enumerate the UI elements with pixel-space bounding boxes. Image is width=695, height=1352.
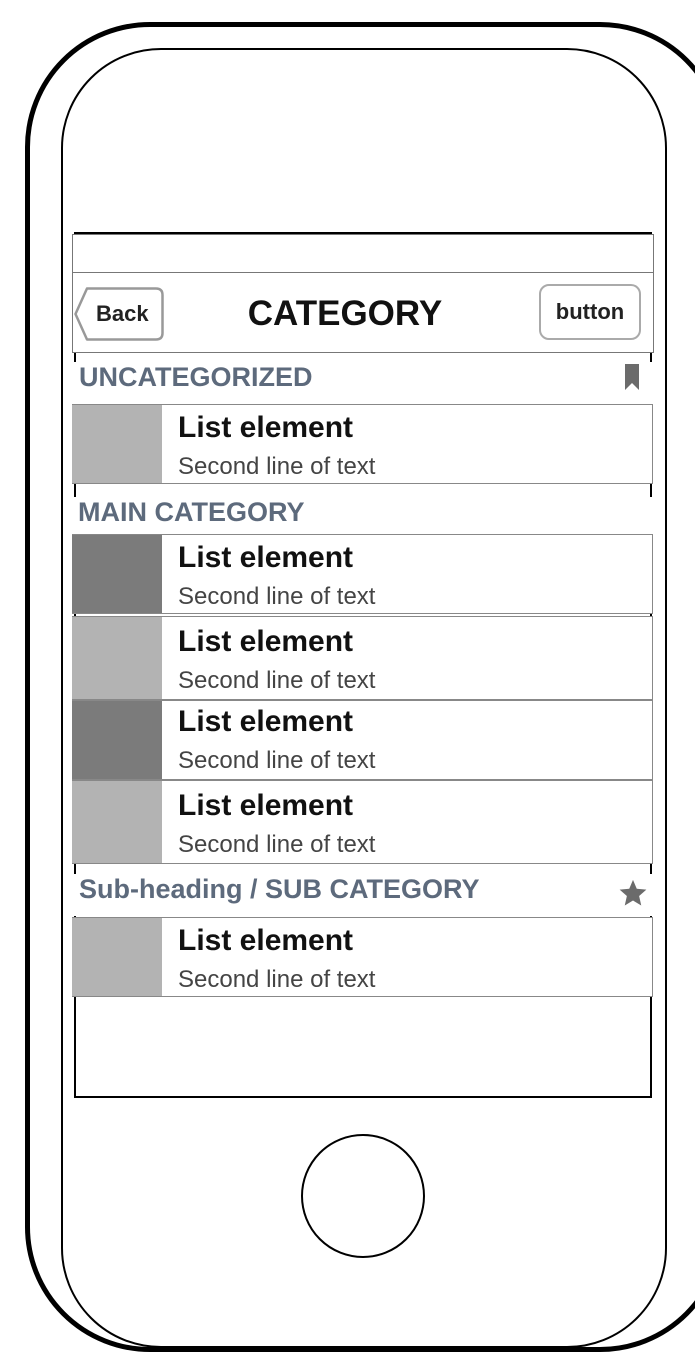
nav-action-button[interactable]: button <box>539 284 641 340</box>
page-title: CATEGORY <box>247 294 443 333</box>
thumbnail-image <box>72 535 162 613</box>
back-button[interactable]: Back <box>74 287 164 341</box>
list-item-title: List element <box>178 789 354 822</box>
section-heading-sub-category: Sub-heading / SUB CATEGORY <box>72 874 654 916</box>
section-heading-label: Sub-heading / SUB CATEGORY <box>79 874 480 904</box>
section-heading-label: MAIN CATEGORY <box>78 497 305 527</box>
list-item[interactable]: List element Second line of text <box>72 700 653 780</box>
list-item[interactable]: List element Second line of text <box>72 404 653 484</box>
list-item[interactable]: List element Second line of text <box>72 917 653 997</box>
list-item[interactable]: List element Second line of text <box>72 780 653 864</box>
list-item-subtitle: Second line of text <box>178 583 376 610</box>
status-bar <box>72 234 654 273</box>
list-item[interactable]: List element Second line of text <box>72 616 653 700</box>
home-button[interactable] <box>301 1134 425 1258</box>
thumbnail-image <box>72 918 162 996</box>
thumbnail-image <box>72 781 162 863</box>
section-heading-main-category: MAIN CATEGORY <box>72 497 654 535</box>
list-item-subtitle: Second line of text <box>178 453 376 480</box>
list-item-title: List element <box>178 625 354 658</box>
list-item-subtitle: Second line of text <box>178 831 376 858</box>
bookmark-icon[interactable] <box>625 364 639 397</box>
section-heading-uncategorized: UNCATEGORIZED <box>72 362 654 404</box>
star-icon[interactable] <box>618 878 648 915</box>
list-item-subtitle: Second line of text <box>178 747 376 774</box>
list-item[interactable]: List element Second line of text <box>72 534 653 614</box>
list-item-subtitle: Second line of text <box>178 667 376 694</box>
thumbnail-image <box>72 701 162 779</box>
list-item-subtitle: Second line of text <box>178 966 376 993</box>
thumbnail-image <box>72 617 162 699</box>
list-item-title: List element <box>178 541 354 574</box>
list-item-title: List element <box>178 705 354 738</box>
back-button-label: Back <box>96 301 149 326</box>
section-heading-label: UNCATEGORIZED <box>79 362 313 392</box>
thumbnail-image <box>72 405 162 483</box>
list-item-title: List element <box>178 411 354 444</box>
list-item-title: List element <box>178 924 354 957</box>
